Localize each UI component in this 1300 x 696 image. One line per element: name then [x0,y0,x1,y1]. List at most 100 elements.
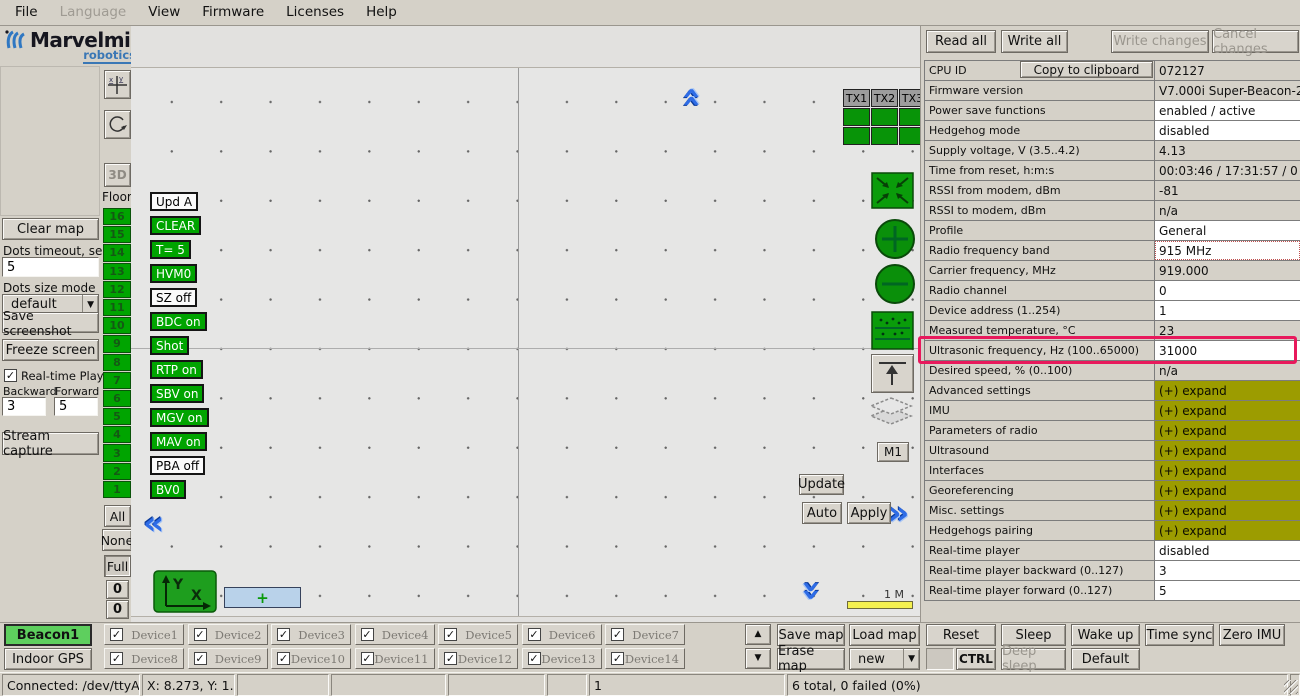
floor-button[interactable]: 14 [103,244,131,261]
floor-button[interactable]: 15 [103,226,131,243]
parameter-row[interactable]: Georeferencing (+) expand [924,480,1300,501]
device-cell[interactable]: ✓ Device8 [104,648,184,669]
menu-item[interactable]: Language [49,0,138,25]
floor-button[interactable]: 7 [103,372,131,389]
map-mode-button[interactable]: CLEAR [150,216,201,235]
device-checkbox[interactable]: ✓ [361,628,374,641]
floor-button[interactable]: 13 [103,263,131,280]
dots-timeout-input[interactable] [2,257,99,277]
save-screenshot-button[interactable]: Save screenshot [2,312,99,333]
parameter-row[interactable]: Device address (1..254) 1 [924,300,1300,321]
floor-button[interactable]: 1 [103,481,131,498]
parameter-row[interactable]: Carrier frequency, MHz 919.000 [924,260,1300,281]
device-cell[interactable]: ✓ Device11 [355,648,435,669]
floor-button[interactable]: 5 [103,408,131,425]
wake-up-button[interactable]: Wake up [1071,624,1140,646]
parameter-value[interactable]: 919.000 [1154,260,1300,281]
zero-imu-button[interactable]: Zero IMU [1219,624,1285,646]
parameter-row[interactable]: Real-time player backward (0..127) 3 [924,560,1300,581]
parameter-value[interactable]: 1 [1154,300,1300,321]
parameter-value[interactable]: 3 [1154,560,1300,581]
forward-input[interactable] [54,397,98,416]
parameter-row[interactable]: RSSI to modem, dBm n/a [924,200,1300,221]
parameter-value[interactable]: General [1154,220,1300,241]
parameter-value[interactable]: 23 [1154,320,1300,341]
freeze-screen-button[interactable]: Freeze screen [2,339,99,361]
m1-button[interactable]: M1 [877,442,909,462]
map-mode-button[interactable]: MAV on [150,432,207,451]
floor-button[interactable]: 4 [103,426,131,443]
copy-to-clipboard-button[interactable]: Copy to clipboard [1020,61,1153,78]
map-mode-button[interactable]: SZ off [150,288,197,307]
indoor-gps-tab[interactable]: Indoor GPS [4,648,92,670]
device-cell[interactable]: ✓ Device7 [605,624,685,645]
menu-item[interactable]: Licenses [275,0,355,25]
read-all-button[interactable]: Read all [926,30,996,53]
layers-icon[interactable] [866,396,916,436]
realtime-player-checkbox[interactable]: ✓ [4,369,17,382]
update-button[interactable]: Update [799,474,844,495]
parameter-value[interactable]: (+) expand [1154,520,1300,541]
erase-map-button[interactable]: Erase map [777,648,845,670]
floor-button[interactable]: 9 [103,335,131,352]
floor-button[interactable]: 11 [103,299,131,316]
map-mode-button[interactable]: MGV on [150,408,209,427]
device-cell[interactable]: ✓ Device2 [188,624,268,645]
tx-cell[interactable] [871,108,898,126]
floors-all-button[interactable]: All [104,505,131,527]
device-checkbox[interactable]: ✓ [110,652,123,665]
backward-input[interactable] [2,397,46,416]
floor-button[interactable]: 8 [103,354,131,371]
parameter-row[interactable]: Parameters of radio (+) expand [924,420,1300,441]
menu-item[interactable]: File [4,0,49,25]
view-3d-button[interactable]: 3D [104,163,131,187]
chevron-up-icon[interactable]: » [677,78,703,108]
tx-cell[interactable] [843,127,870,145]
map-mode-button[interactable]: SBV on [150,384,204,403]
clear-map-button[interactable]: Clear map [2,218,99,240]
floor-offset-top-button[interactable]: 0 [106,580,129,599]
parameter-row[interactable]: Advanced settings (+) expand [924,380,1300,401]
device-checkbox[interactable]: ✓ [277,628,290,641]
save-map-button[interactable]: Save map [777,624,845,646]
parameter-value[interactable]: 31000 [1154,340,1300,361]
map-mode-button[interactable]: BDC on [150,312,207,331]
device-cell[interactable]: ✓ Device3 [271,624,351,645]
menu-item[interactable]: Help [355,0,408,25]
resize-grip[interactable] [1284,680,1298,694]
device-checkbox[interactable]: ✓ [194,628,207,641]
device-cell[interactable]: ✓ Device4 [355,624,435,645]
map-mode-button[interactable]: RTP on [150,360,203,379]
map-mode-button[interactable]: BV0 [150,480,186,499]
map-mode-button[interactable]: PBA off [150,456,205,475]
dots-display-icon[interactable] [871,311,914,350]
parameter-row[interactable]: Radio frequency band 915 MHz [924,240,1300,261]
parameter-row[interactable]: Desired speed, % (0..100) n/a [924,360,1300,381]
parameter-value[interactable]: enabled / active [1154,100,1300,121]
sleep-button[interactable]: Sleep [1001,624,1066,646]
parameter-row[interactable]: Profile General [924,220,1300,241]
tx-cell[interactable] [871,127,898,145]
device-cell[interactable]: ✓ Device10 [271,648,351,669]
parameter-row[interactable]: Power save functions enabled / active [924,100,1300,121]
auto-button[interactable]: Auto [802,502,842,524]
default-button[interactable]: Default [1071,648,1140,670]
beacon-tab[interactable]: Beacon1 [4,624,92,646]
parameter-row[interactable]: Firmware version V7.000i Super-Beacon-2 [924,80,1300,101]
fit-to-screen-icon[interactable] [871,172,914,209]
parameter-row[interactable]: Hedgehogs pairing (+) expand [924,520,1300,541]
device-checkbox[interactable]: ✓ [110,628,123,641]
parameter-row[interactable]: Supply voltage, V (3.5..4.2) 4.13 [924,140,1300,161]
add-submap-button[interactable]: + [224,587,301,608]
device-checkbox[interactable]: ✓ [444,628,457,641]
device-checkbox[interactable]: ✓ [361,652,374,665]
device-cell[interactable]: ✓ Device12 [438,648,518,669]
parameter-value[interactable]: n/a [1154,360,1300,381]
parameter-value[interactable]: (+) expand [1154,420,1300,441]
zoom-out-icon[interactable] [874,263,916,305]
parameter-value[interactable]: 4.13 [1154,140,1300,161]
submit-map-button[interactable] [871,354,914,393]
device-checkbox[interactable]: ✓ [528,628,541,641]
parameter-row[interactable]: Time from reset, h:m:s 00:03:46 / 17:31:… [924,160,1300,181]
apply-button[interactable]: Apply [847,502,891,524]
